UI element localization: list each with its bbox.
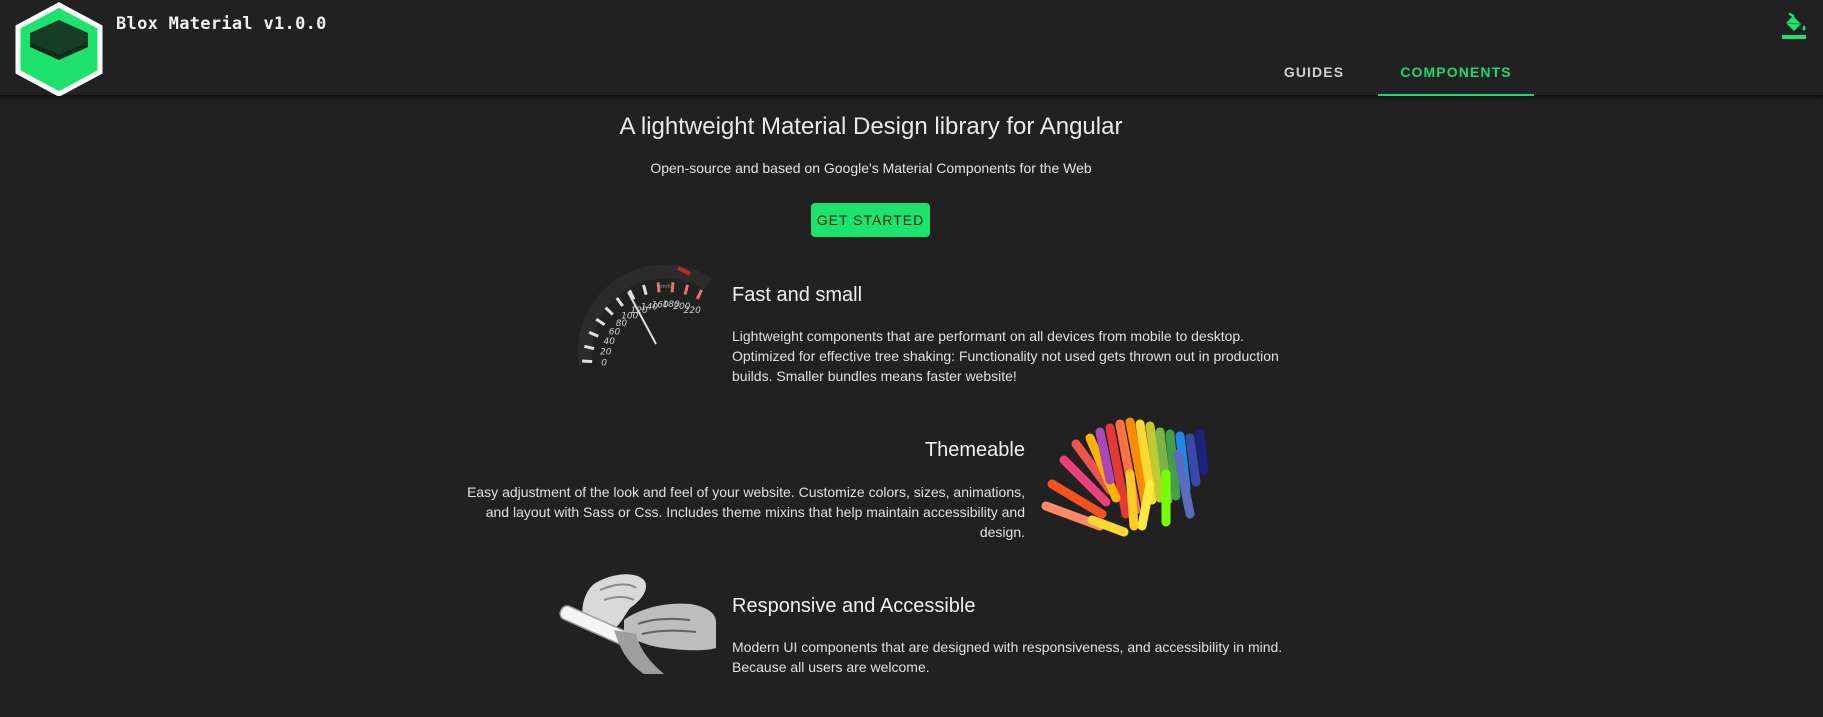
tab-bar: GUIDES COMPONENTS <box>1250 48 1534 96</box>
top-app-bar: Blox Material v1.0.0 GUIDES COMPONENTS <box>0 0 1823 96</box>
speedometer-label: 20 <box>600 347 612 357</box>
hero-subtitle: Open-source and based on Google's Materi… <box>650 160 1092 176</box>
hands-smartphone-image <box>554 570 716 674</box>
tab-components[interactable]: COMPONENTS <box>1378 48 1534 96</box>
speedometer-tick <box>582 359 593 364</box>
speedometer-label: 0 <box>601 358 607 368</box>
speedometer-image: 020406080100120140160180200220km/h <box>578 254 714 370</box>
feature-title: Fast and small <box>732 284 863 306</box>
speedometer-tick <box>670 282 675 293</box>
speedometer-unit: km/h <box>658 284 671 290</box>
format-color-fill-icon[interactable] <box>1780 10 1808 40</box>
feature-text: Lightweight components that are performa… <box>732 328 1279 384</box>
get-started-button[interactable]: GET STARTED <box>811 203 930 237</box>
speedometer-label: 60 <box>609 327 621 337</box>
feature-title: Responsive and Accessible <box>732 595 976 617</box>
speedometer-label: 40 <box>604 337 616 347</box>
speedometer-label: 220 <box>684 306 701 316</box>
colored-chalk-image <box>1040 414 1218 546</box>
hero-title: A lightweight Material Design library fo… <box>619 113 1123 140</box>
feature-text: Modern UI components that are designed w… <box>732 639 1283 675</box>
feature-title: Themeable <box>924 439 1025 461</box>
tab-guides[interactable]: GUIDES <box>1250 48 1378 96</box>
app-title: Blox Material v1.0.0 <box>116 14 327 34</box>
feature-text: Easy adjustment of the look and feel of … <box>467 484 1025 540</box>
cube-logo-icon[interactable] <box>12 2 106 96</box>
